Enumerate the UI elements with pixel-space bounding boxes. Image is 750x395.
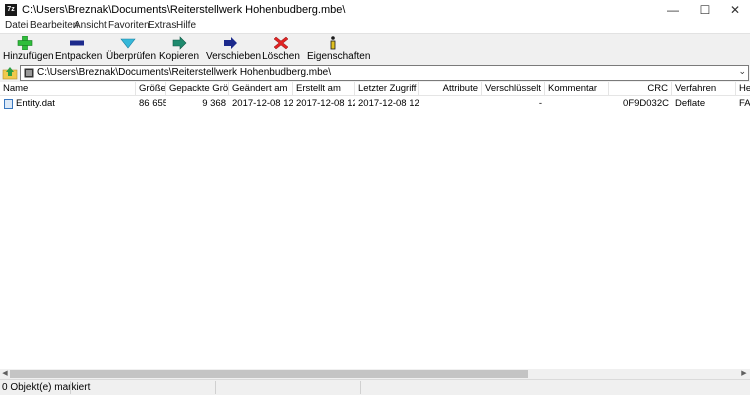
menu-view[interactable]: Ansicht xyxy=(74,20,107,31)
copy-arrow-icon xyxy=(172,36,187,50)
move-button[interactable]: Verschieben xyxy=(206,34,262,65)
col-created[interactable]: Erstellt am xyxy=(293,82,355,96)
info-icon xyxy=(330,36,336,50)
cell-modified: 2017-12-08 12:34 xyxy=(232,98,293,109)
archive-icon xyxy=(24,68,34,78)
test-label: Überprüfen xyxy=(106,51,157,62)
menu-edit[interactable]: Bearbeiten xyxy=(30,20,78,31)
col-size[interactable]: Größe xyxy=(136,82,166,96)
copy-button[interactable]: Kopieren xyxy=(157,34,201,65)
cell-attributes xyxy=(419,97,482,111)
menu-file[interactable]: Datei xyxy=(5,20,28,31)
col-attributes[interactable]: Attribute xyxy=(419,82,482,96)
move-arrow-icon xyxy=(224,37,237,49)
col-modified[interactable]: Geändert am xyxy=(229,82,293,96)
info-label: Eigenschaften xyxy=(307,51,371,62)
maximize-button[interactable]: ☐ xyxy=(690,0,720,20)
test-button[interactable]: Überprüfen xyxy=(106,34,157,65)
file-icon xyxy=(4,99,13,109)
add-label: Hinzufügen xyxy=(3,51,54,62)
menu-bar: Datei Bearbeiten Ansicht Favoriten Extra… xyxy=(0,20,750,33)
col-crc[interactable]: CRC xyxy=(609,82,672,96)
toolbar: Hinzufügen Entpacken Überprüfen Kopieren… xyxy=(0,33,750,64)
scroll-left-icon[interactable]: ◀ xyxy=(0,369,10,379)
cell-created: 2017-12-08 12:34 xyxy=(296,98,355,109)
horizontal-scrollbar[interactable]: ◀ ▶ xyxy=(0,369,750,379)
cell-encrypted: - xyxy=(538,98,542,109)
file-list: Name Größe Gepackte Größe Geändert am Er… xyxy=(0,82,750,369)
delete-label: Löschen xyxy=(262,51,300,62)
app-icon: 7z xyxy=(5,4,17,16)
move-label: Verschieben xyxy=(206,51,262,62)
check-down-icon xyxy=(120,38,136,49)
menu-favorites[interactable]: Favoriten xyxy=(108,20,150,31)
list-header: Name Größe Gepackte Größe Geändert am Er… xyxy=(0,82,750,96)
address-bar: C:\Users\Breznak\Documents\Reiterstellwe… xyxy=(0,64,750,82)
path-text: C:\Users\Breznak\Documents\Reiterstellwe… xyxy=(37,67,332,78)
cell-packed: 9 368 xyxy=(202,98,226,109)
cell-accessed: 2017-12-08 12:34 xyxy=(358,98,419,109)
scroll-right-icon[interactable]: ▶ xyxy=(739,369,749,379)
scroll-thumb[interactable] xyxy=(10,370,528,378)
x-icon xyxy=(273,36,289,50)
copy-label: Kopieren xyxy=(158,51,200,62)
table-row[interactable]: Entity.dat 86 655 9 368 2017-12-08 12:34… xyxy=(0,97,750,111)
cell-host: FA xyxy=(739,98,750,109)
minimize-button[interactable]: — xyxy=(658,0,688,20)
menu-extras[interactable]: Extras xyxy=(148,20,176,31)
col-name[interactable]: Name xyxy=(0,82,136,96)
extract-label: Entpacken xyxy=(55,51,103,62)
cell-crc: 0F9D032C xyxy=(623,98,669,109)
cell-comment xyxy=(545,97,609,111)
path-input[interactable]: C:\Users\Breznak\Documents\Reiterstellwe… xyxy=(20,65,749,81)
cell-name: Entity.dat xyxy=(16,98,55,109)
plus-icon xyxy=(17,36,33,50)
extract-button[interactable]: Entpacken xyxy=(55,34,103,65)
status-divider xyxy=(215,381,216,394)
close-button[interactable]: ✕ xyxy=(720,0,750,20)
minus-icon xyxy=(70,40,84,46)
status-bar: 0 Objekt(e) markiert xyxy=(0,379,750,395)
col-encrypted[interactable]: Verschlüsselt xyxy=(482,82,545,96)
cell-method: Deflate xyxy=(675,98,706,109)
cell-size: 86 655 xyxy=(139,98,166,109)
col-accessed[interactable]: Letzter Zugriff xyxy=(355,82,419,96)
status-divider xyxy=(70,381,71,394)
status-selected: 0 Objekt(e) markiert xyxy=(2,382,91,393)
status-divider xyxy=(360,381,361,394)
col-method[interactable]: Verfahren xyxy=(672,82,736,96)
title-bar: 7z C:\Users\Breznak\Documents\Reiterstel… xyxy=(0,0,750,20)
col-host[interactable]: He xyxy=(736,82,750,96)
col-packed-size[interactable]: Gepackte Größe xyxy=(166,82,229,96)
info-button[interactable]: Eigenschaften xyxy=(307,34,371,65)
delete-button[interactable]: Löschen xyxy=(262,34,300,65)
window-title: C:\Users\Breznak\Documents\Reiterstellwe… xyxy=(22,4,346,16)
add-button[interactable]: Hinzufügen xyxy=(3,34,54,65)
up-folder-icon[interactable] xyxy=(2,66,18,80)
chevron-down-icon[interactable]: ⌄ xyxy=(738,66,746,77)
menu-help[interactable]: Hilfe xyxy=(176,20,196,31)
col-comment[interactable]: Kommentar xyxy=(545,82,609,96)
